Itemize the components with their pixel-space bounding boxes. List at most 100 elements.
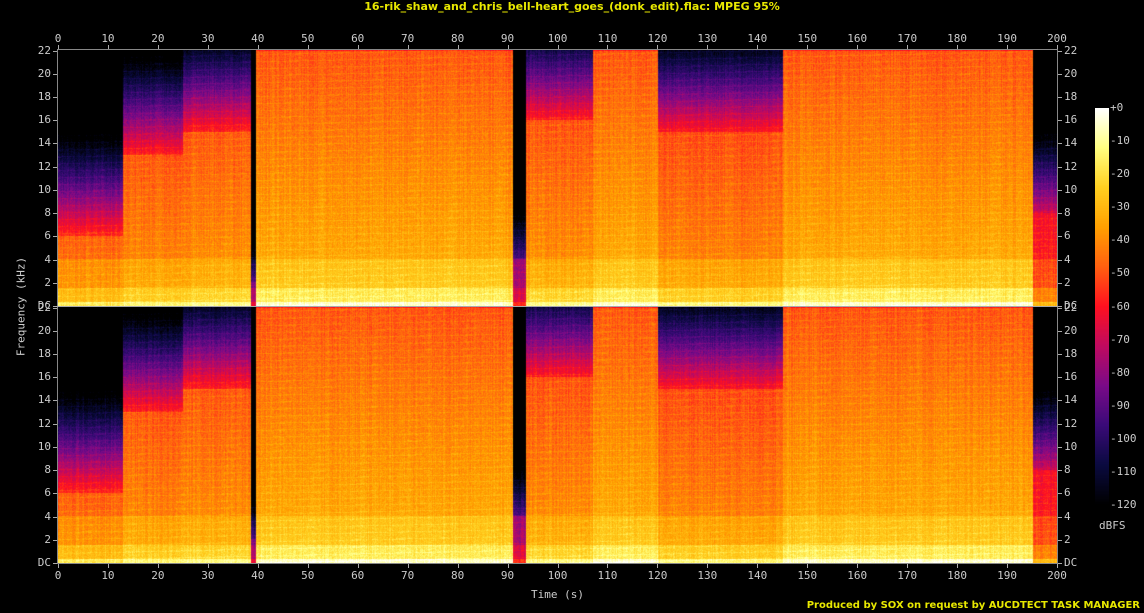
x-tick-mark <box>907 564 909 568</box>
y-tick-mark <box>1058 50 1062 52</box>
colorbar-tick-label: -70 <box>1110 332 1130 346</box>
colorbar-tick-label: -110 <box>1110 464 1137 478</box>
x-tick-label-bottom: 200 <box>1047 569 1067 582</box>
y-tick-label-right: 16 <box>1064 370 1078 384</box>
x-tick-mark <box>457 45 459 49</box>
colorbar-tick-label: -20 <box>1110 167 1130 181</box>
y-tick-mark <box>53 470 57 472</box>
colorbar-tick-label: -50 <box>1110 266 1130 280</box>
y-tick-label-right: 6 <box>1064 229 1071 243</box>
channel-divider <box>57 306 1058 307</box>
y-tick-mark <box>53 50 57 52</box>
x-tick-label-bottom: 10 <box>101 569 115 582</box>
y-tick-label-right: 10 <box>1064 182 1078 196</box>
colorbar-tick-label: -40 <box>1110 233 1130 247</box>
y-tick-mark <box>1058 470 1062 472</box>
y-tick-label-left: DC <box>37 556 51 569</box>
y-tick-mark <box>53 563 57 564</box>
y-tick-label-left: 18 <box>37 347 51 361</box>
y-tick-label-right: 14 <box>1064 393 1078 407</box>
x-tick-mark <box>307 564 309 568</box>
y-tick-label-left: 6 <box>44 486 51 500</box>
y-tick-mark <box>1058 97 1062 99</box>
x-tick-label-top: 120 <box>647 32 668 45</box>
x-tick-label-bottom: 100 <box>547 569 568 582</box>
x-tick-label-bottom: 30 <box>201 569 215 582</box>
x-tick-mark <box>757 564 759 568</box>
x-tick-mark <box>857 564 859 568</box>
x-tick-mark <box>357 564 359 568</box>
y-tick-mark <box>1058 236 1062 238</box>
y-tick-mark <box>1058 423 1062 425</box>
colorbar-unit: dBFS <box>1099 519 1126 532</box>
y-tick-mark <box>1058 563 1062 564</box>
y-tick-label-right: 4 <box>1064 509 1071 523</box>
y-tick-label-left: 20 <box>37 66 51 80</box>
x-tick-mark <box>807 45 809 49</box>
y-tick-mark <box>1058 73 1062 75</box>
x-tick-mark <box>1007 45 1009 49</box>
y-tick-label-right: 16 <box>1064 113 1078 127</box>
y-tick-label-right: 12 <box>1064 416 1078 430</box>
y-tick-mark <box>53 259 57 261</box>
x-tick-label-top: 80 <box>450 32 465 45</box>
y-tick-mark <box>53 166 57 168</box>
x-tick-label-bottom: 160 <box>847 569 868 582</box>
y-tick-mark <box>53 73 57 75</box>
x-tick-label-top: 180 <box>947 32 968 45</box>
x-tick-label-bottom: 0 <box>54 569 62 582</box>
x-tick-label-bottom: 120 <box>647 569 668 582</box>
x-tick-mark <box>557 564 559 568</box>
colorbar-tick-label: -30 <box>1110 200 1130 214</box>
x-tick-label-top: 50 <box>301 32 315 45</box>
y-tick-label-left: 12 <box>37 416 51 430</box>
y-tick-label-right: DC <box>1064 556 1078 569</box>
y-tick-mark <box>53 493 57 495</box>
y-tick-mark <box>53 213 57 215</box>
x-tick-mark <box>957 564 959 568</box>
x-tick-label-bottom: 80 <box>450 569 465 582</box>
x-tick-mark <box>257 564 259 568</box>
x-tick-mark <box>407 564 409 568</box>
x-tick-label-bottom: 50 <box>301 569 315 582</box>
x-tick-mark <box>1057 45 1058 49</box>
y-tick-mark <box>53 120 57 122</box>
x-tick-mark <box>507 564 509 568</box>
y-tick-mark <box>53 354 57 356</box>
y-tick-mark <box>53 236 57 238</box>
y-tick-label-right: 18 <box>1064 90 1078 104</box>
y-tick-mark <box>53 539 57 541</box>
colorbar-tick-label: -90 <box>1110 398 1130 412</box>
x-tick-mark <box>557 45 559 49</box>
x-tick-label-bottom: 40 <box>251 569 265 582</box>
x-tick-mark <box>207 45 209 49</box>
y-tick-label-right: 22 <box>1064 300 1078 314</box>
y-tick-label-right: 8 <box>1064 206 1071 220</box>
x-tick-label-bottom: 70 <box>401 569 415 582</box>
x-tick-mark <box>607 45 609 49</box>
x-tick-mark <box>757 45 759 49</box>
y-tick-mark <box>53 143 57 145</box>
y-tick-mark <box>1058 330 1062 332</box>
y-tick-mark <box>53 97 57 99</box>
x-tick-label-bottom: 90 <box>500 569 515 582</box>
y-tick-label-left: 12 <box>37 159 51 173</box>
y-tick-mark <box>1058 493 1062 495</box>
x-tick-mark <box>457 564 459 568</box>
y-tick-label-left: 8 <box>44 206 51 220</box>
y-tick-mark <box>1058 189 1062 191</box>
y-tick-label-left: 2 <box>44 275 51 289</box>
x-tick-label-bottom: 140 <box>747 569 768 582</box>
x-tick-label-top: 160 <box>847 32 868 45</box>
x-tick-mark <box>58 45 59 49</box>
y-tick-label-left: 2 <box>44 532 51 546</box>
x-tick-label-top: 90 <box>500 32 515 45</box>
x-tick-mark <box>807 564 809 568</box>
x-tick-label-top: 170 <box>897 32 918 45</box>
y-tick-mark <box>1058 213 1062 215</box>
x-tick-mark <box>857 45 859 49</box>
y-tick-label-left: 22 <box>37 300 51 314</box>
y-tick-mark <box>1058 354 1062 356</box>
y-tick-mark <box>53 423 57 425</box>
x-tick-label-top: 20 <box>151 32 165 45</box>
